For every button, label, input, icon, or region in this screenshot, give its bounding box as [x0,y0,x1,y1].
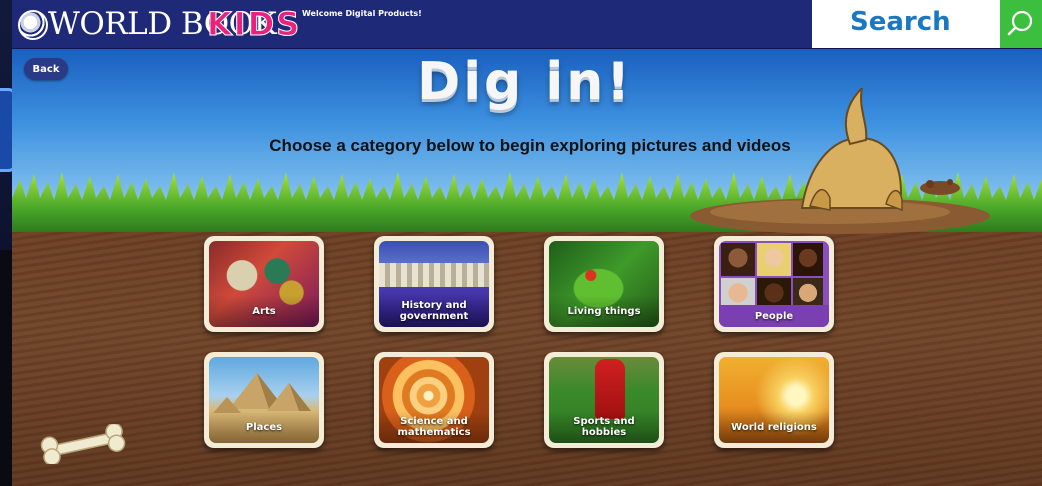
category-label: World religions [719,411,829,443]
category-label: History and government [379,295,489,327]
category-label: Living things [549,295,659,327]
dog-illustration [690,88,990,234]
category-label: Science and mathematics [379,411,489,443]
logo-kids: KIDS [206,5,302,43]
welcome-message: Welcome Digital Products! [302,9,422,18]
category-science-and-mathematics[interactable]: Science and mathematics [374,352,494,448]
category-label: People [719,305,829,327]
category-living-things[interactable]: Living things [544,236,664,332]
back-button[interactable]: Back [24,58,68,80]
category-arts[interactable]: Arts [204,236,324,332]
search-label: Search [850,7,951,37]
header-bar: WORLD BOOK KIDS Welcome Digital Products… [12,0,1042,49]
living-things-image: Living things [549,241,659,327]
page-title: Dig in! [417,52,633,112]
category-history-and-government[interactable]: History and government [374,236,494,332]
arts-image: Arts [209,241,319,327]
sports-image: Sports and hobbies [549,357,659,443]
category-world-religions[interactable]: World religions [714,352,834,448]
globe-logo-icon [18,10,48,40]
people-image: People [719,241,829,327]
category-places[interactable]: Places [204,352,324,448]
category-label: Arts [209,295,319,327]
bone-icon [40,424,126,464]
search-icon [1007,10,1033,36]
category-people[interactable]: People [714,236,834,332]
category-label: Sports and hobbies [549,411,659,443]
search-button[interactable] [1000,0,1042,48]
world-religions-image: World religions [719,357,829,443]
dirt-background [12,224,1042,486]
history-image: History and government [379,241,489,327]
category-label: Places [209,411,319,443]
science-image: Science and mathematics [379,357,489,443]
places-image: Places [209,357,319,443]
category-sports-and-hobbies[interactable]: Sports and hobbies [544,352,664,448]
search-field[interactable]: Search [812,0,1000,48]
